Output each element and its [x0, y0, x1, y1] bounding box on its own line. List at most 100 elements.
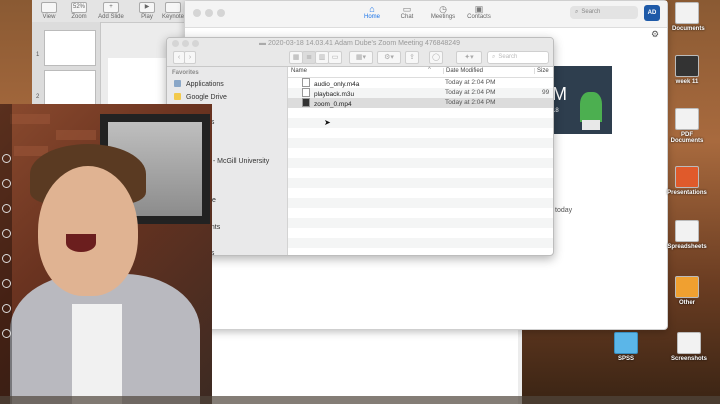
- info-icon[interactable]: [2, 304, 11, 313]
- contacts-icon: ▣: [474, 4, 484, 14]
- zoom-select[interactable]: 52% Zoom: [66, 2, 92, 20]
- dropbox-button[interactable]: ✦▾: [456, 51, 482, 64]
- column-view-button[interactable]: ▥: [315, 51, 329, 64]
- info-icon[interactable]: [2, 329, 11, 338]
- meeting-card[interactable]: M 18: [552, 66, 612, 134]
- empty-row: [288, 108, 553, 118]
- presentation-stack-icon: [675, 166, 699, 188]
- brick-wall: [56, 130, 96, 140]
- folder-icon: [675, 2, 699, 24]
- desktop-item-week-11[interactable]: week 11: [672, 55, 702, 85]
- spreadsheet-stack-icon: [675, 220, 699, 242]
- chat-icon: ▭: [402, 4, 412, 14]
- sort-indicator-icon: ^: [428, 67, 431, 73]
- info-icon[interactable]: [2, 179, 11, 188]
- keynote-live-icon: [165, 2, 181, 13]
- zoom-tab-bar: ⌂ Home ▭ Chat ◷ Meetings ▣ Contacts ⌕ Search …: [185, 1, 667, 28]
- gallery-icon: ▭: [331, 54, 339, 61]
- clock-icon: ◷: [439, 4, 447, 14]
- person-shirt: [72, 304, 122, 404]
- view-button[interactable]: View: [36, 2, 62, 20]
- sidebar-item-google-drive[interactable]: Google Drive: [174, 93, 227, 101]
- tab-home[interactable]: ⌂ Home: [355, 4, 389, 20]
- search-input[interactable]: ⌕ Search: [570, 6, 638, 19]
- left-edge-icons: [0, 104, 12, 404]
- avatar[interactable]: AD: [644, 5, 660, 21]
- empty-row: [288, 168, 553, 178]
- empty-row: [288, 218, 553, 228]
- desktop-item-pdf-documents[interactable]: PDF Documents: [665, 108, 709, 144]
- search-icon: ⌕: [492, 54, 496, 60]
- pot-illustration: [582, 120, 600, 130]
- file-row-selected[interactable]: zoom_0.mp4 Today at 2:04 PM: [288, 98, 553, 108]
- gallery-view-button[interactable]: ▭: [328, 51, 342, 64]
- empty-row: [288, 138, 553, 148]
- list-icon: ≣: [306, 54, 312, 61]
- empty-row: [288, 208, 553, 218]
- info-icon[interactable]: [2, 204, 11, 213]
- empty-row: [288, 148, 553, 158]
- date-column-header[interactable]: Date Modified: [443, 68, 483, 74]
- info-icon[interactable]: [2, 154, 11, 163]
- slide-number: 2: [36, 94, 40, 100]
- info-icon[interactable]: [2, 229, 11, 238]
- empty-row: [288, 128, 553, 138]
- empty-row: [288, 198, 553, 208]
- minimize-button[interactable]: [182, 40, 189, 47]
- slide-number: 1: [36, 52, 40, 58]
- close-button[interactable]: [172, 40, 179, 47]
- maximize-button[interactable]: [192, 40, 199, 47]
- maximize-button[interactable]: [217, 9, 225, 17]
- favorites-header: Favorites: [172, 70, 199, 76]
- empty-row: [288, 158, 553, 168]
- sidebar-item-onedrive[interactable]: e - McGill University: [207, 158, 269, 165]
- screenshot-stack-icon: [677, 332, 701, 354]
- slide-thumbnail[interactable]: [44, 30, 96, 66]
- size-column-header[interactable]: Size: [534, 68, 549, 74]
- meeting-time-text: today: [555, 207, 573, 214]
- sidebar-item-applications[interactable]: Applications: [174, 80, 224, 88]
- pdf-stack-icon: [675, 108, 699, 130]
- webcam-video: [0, 104, 212, 404]
- grid-icon: ▦: [292, 54, 300, 61]
- search-input[interactable]: ⌕ Search: [487, 51, 549, 64]
- name-column-header[interactable]: Name: [291, 68, 307, 74]
- share-button[interactable]: ⇪: [405, 51, 419, 64]
- gear-icon[interactable]: ⚙: [651, 29, 659, 40]
- desktop-item-spreadsheets[interactable]: Spreadsheets: [662, 220, 712, 250]
- tab-meetings[interactable]: ◷ Meetings: [426, 4, 460, 20]
- person-face: [38, 166, 138, 296]
- desktop-item-spss[interactable]: SPSS: [611, 332, 641, 362]
- dock[interactable]: [0, 396, 720, 404]
- icon-view-button[interactable]: ▦: [289, 51, 303, 64]
- desktop-item-presentations[interactable]: Presentations: [662, 166, 712, 196]
- play-button[interactable]: ▶ Play: [134, 2, 160, 20]
- dropbox-icon: ✦▾: [464, 54, 474, 61]
- playlist-file-icon: [302, 88, 310, 97]
- finder-window: ▬ 2020-03-18 14.03.41 Adam Dube's Zoom M…: [166, 37, 554, 256]
- tag-button[interactable]: ◯: [429, 51, 443, 64]
- group-button[interactable]: ▦▾: [349, 51, 373, 64]
- forward-button[interactable]: ›: [184, 51, 196, 64]
- desktop-item-other[interactable]: Other: [672, 276, 702, 306]
- empty-row: [288, 228, 553, 238]
- add-slide-button[interactable]: + Add Slide: [94, 2, 128, 20]
- file-row[interactable]: playback.m3u Today at 2:04 PM 99: [288, 88, 553, 98]
- tab-chat[interactable]: ▭ Chat: [390, 4, 424, 20]
- empty-row: [288, 178, 553, 188]
- file-row[interactable]: audio_only.m4a Today at 2:04 PM: [288, 78, 553, 88]
- action-button[interactable]: ⚙▾: [377, 51, 401, 64]
- plant-illustration: [580, 92, 602, 122]
- applications-icon: [174, 80, 181, 87]
- info-icon[interactable]: [2, 279, 11, 288]
- keynote-live-button[interactable]: Keynote: [160, 2, 186, 20]
- close-button[interactable]: [193, 9, 201, 17]
- desktop-item-documents[interactable]: Documents: [672, 2, 705, 32]
- empty-row: [288, 188, 553, 198]
- list-view-button[interactable]: ≣: [302, 51, 316, 64]
- desktop-item-screenshots[interactable]: Screenshots: [667, 332, 711, 362]
- tab-contacts[interactable]: ▣ Contacts: [462, 4, 496, 20]
- slide-thumbnail[interactable]: [44, 70, 96, 106]
- minimize-button[interactable]: [205, 9, 213, 17]
- info-icon[interactable]: [2, 254, 11, 263]
